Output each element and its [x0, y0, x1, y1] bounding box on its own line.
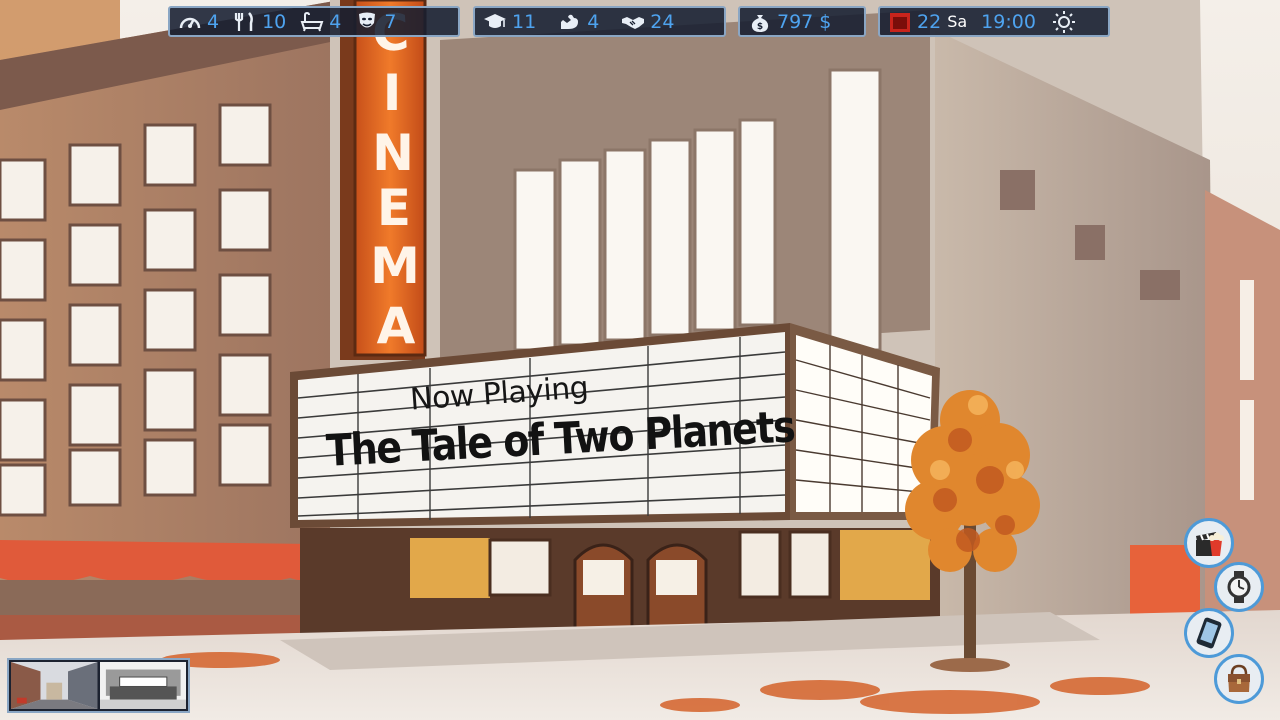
popcorn-clapperboard-icon [1196, 532, 1224, 556]
hud-skills-panel[interactable]: 11 4 24 [473, 6, 726, 37]
stat-energy[interactable]: 4 [178, 11, 219, 33]
street-thumbnail [11, 662, 98, 709]
speedometer-icon [179, 17, 201, 28]
hud-time-panel[interactable]: 22 Sa 19:00 [878, 6, 1110, 37]
fork-knife-icon [234, 11, 253, 31]
cinema-background: C I N E M A [0, 0, 1280, 720]
clock-time: 19:00 [981, 10, 1036, 33]
graduation-cap-icon [484, 13, 506, 28]
svg-text:N: N [372, 124, 414, 182]
day-number: 22 [917, 10, 942, 33]
stat-intelligence[interactable]: 11 [483, 11, 536, 33]
stat-fun[interactable]: 7 [355, 11, 396, 33]
wait-button[interactable] [1214, 562, 1264, 612]
svg-text:I: I [383, 64, 402, 122]
location-thumb-street[interactable] [11, 662, 98, 709]
location-thumb-cinema[interactable] [99, 662, 186, 709]
stat-charisma[interactable]: 24 [621, 11, 674, 33]
date-display[interactable]: 22 [888, 11, 941, 33]
stat-fitness[interactable]: 4 [558, 11, 599, 33]
fun-value: 7 [384, 10, 397, 33]
money-value: 797 $ [777, 10, 832, 33]
game-scene: C I N E M A [0, 0, 1280, 720]
weekday: Sa [947, 12, 968, 31]
wristwatch-icon [1227, 571, 1251, 603]
inventory-button[interactable] [1214, 654, 1264, 704]
hud-needs-panel[interactable]: 4 10 4 7 [168, 6, 460, 37]
stat-money[interactable]: $ 797 $ [748, 11, 831, 33]
svg-text:E: E [377, 179, 411, 237]
sun-icon [1052, 10, 1075, 33]
bathtub-icon [300, 11, 324, 31]
theater-mask-icon [359, 12, 376, 27]
stat-hunger[interactable]: 10 [233, 11, 286, 33]
svg-text:$: $ [757, 22, 763, 32]
weather-display[interactable] [1052, 10, 1076, 33]
charisma-value: 24 [650, 10, 675, 33]
flexed-arm-icon [561, 14, 579, 29]
phone-button[interactable] [1184, 608, 1234, 658]
hygiene-value: 4 [329, 10, 342, 33]
cinema-action-button[interactable] [1184, 518, 1234, 568]
svg-text:M: M [370, 237, 420, 295]
smartphone-icon [1196, 617, 1222, 649]
stat-hygiene[interactable]: 4 [300, 11, 341, 33]
svg-text:A: A [377, 297, 416, 355]
bag-icon [1228, 664, 1250, 692]
hud-money-panel[interactable]: $ 797 $ [738, 6, 866, 37]
hunger-value: 10 [262, 10, 287, 33]
money-bag-icon: $ [751, 14, 769, 32]
energy-value: 4 [207, 10, 220, 33]
fitness-value: 4 [587, 10, 600, 33]
calendar-icon [890, 12, 910, 32]
intelligence-value: 11 [512, 10, 537, 33]
handshake-icon [622, 16, 645, 29]
location-thumbnails[interactable] [7, 658, 190, 713]
cinema-thumbnail [99, 662, 186, 709]
